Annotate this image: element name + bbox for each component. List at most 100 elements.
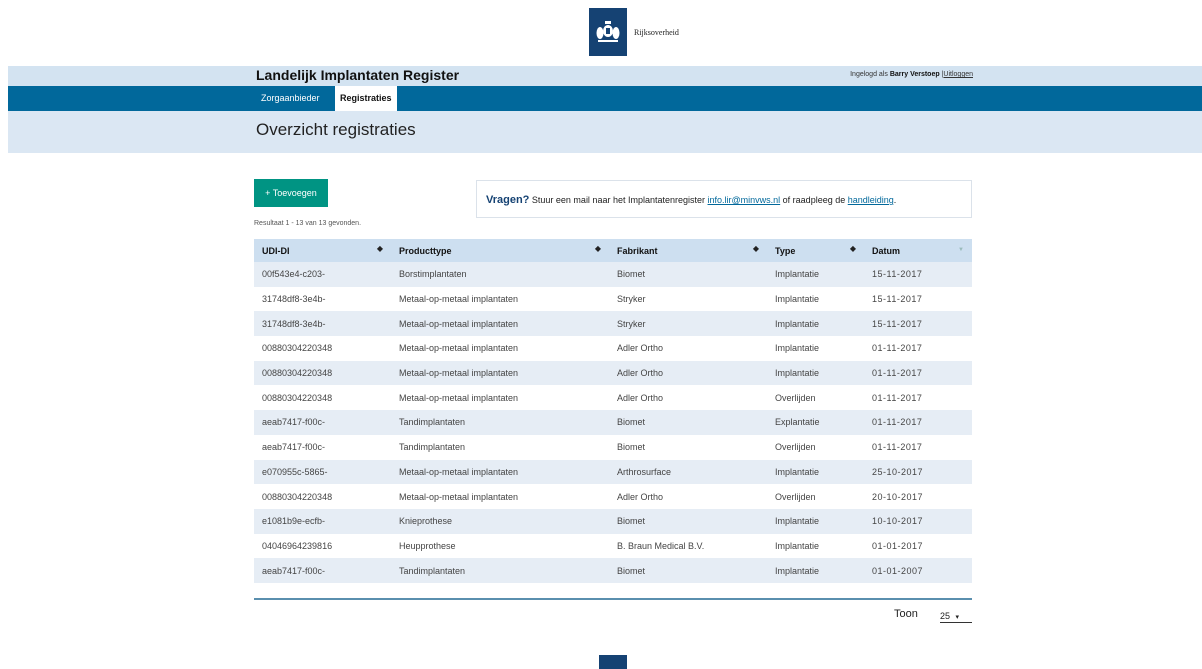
datum-cell: 01-01-2017 bbox=[864, 533, 972, 559]
app-header: Landelijk Implantaten Register Ingelogd … bbox=[8, 66, 1202, 86]
fabrikant-cell: Stryker bbox=[609, 311, 767, 337]
fabrikant-cell: Biomet bbox=[609, 558, 767, 583]
udi-di-cell: 00880304220348 bbox=[254, 336, 391, 361]
fabrikant-cell: Adler Ortho bbox=[609, 385, 767, 411]
fabrikant-cell: Biomet bbox=[609, 508, 767, 534]
info-text-2: of raadpleeg de bbox=[780, 195, 848, 205]
info-text-1: Stuur een mail naar het Implantatenregis… bbox=[529, 195, 708, 205]
type-cell: Overlijden bbox=[767, 434, 864, 460]
table-row[interactable]: 31748df8-3e4b- Metaal-op-metaal implantat… bbox=[254, 311, 972, 337]
table-row[interactable]: aeab7417-f00c- Tandimplantaten Biomet Impla… bbox=[254, 558, 972, 583]
type-cell: Implantatie bbox=[767, 262, 864, 287]
column-header-label: Type bbox=[775, 245, 796, 256]
coat-of-arms-icon bbox=[589, 8, 627, 56]
column-header-datum[interactable]: Datum ▼ bbox=[864, 239, 972, 262]
column-header-label: Fabrikant bbox=[617, 245, 658, 256]
table-row[interactable]: 00880304220348 Metaal-op-metaal implantat… bbox=[254, 385, 972, 411]
producttype-cell: Borstimplantaten bbox=[391, 262, 609, 287]
footer-logo bbox=[599, 655, 627, 669]
table-row[interactable]: 04046964239816 Heupprothese B. Braun Medic… bbox=[254, 533, 972, 559]
type-cell: Implantatie bbox=[767, 459, 864, 485]
udi-di-cell: 00880304220348 bbox=[254, 360, 391, 386]
fabrikant-cell: Biomet bbox=[609, 434, 767, 460]
type-cell: Implantatie bbox=[767, 558, 864, 583]
info-text-3: . bbox=[893, 195, 897, 205]
email-link[interactable]: info.lir@minvws.nl bbox=[708, 195, 781, 205]
sort-desc-icon: ▼ bbox=[958, 247, 964, 253]
table-body: 00f543e4-c203- Borstimplantaten Biomet Impl… bbox=[254, 262, 972, 583]
table-header-row: UDI-DI ◆ Producttype ◆ Fabrikant ◆ Type ◆ Da… bbox=[254, 239, 972, 262]
column-header-type[interactable]: Type ◆ bbox=[767, 239, 864, 262]
producttype-cell: Knieprothese bbox=[391, 508, 609, 534]
udi-di-cell: e1081b9e-ecfb- bbox=[254, 508, 391, 534]
datum-cell: 01-11-2017 bbox=[864, 410, 972, 435]
fabrikant-cell: Biomet bbox=[609, 262, 767, 287]
type-cell: Explantatie bbox=[767, 410, 864, 435]
type-cell: Implantatie bbox=[767, 508, 864, 534]
sort-icon: ◆ bbox=[752, 244, 759, 253]
producttype-cell: Metaal-op-metaal implantaten bbox=[391, 360, 609, 386]
registrations-table: UDI-DI ◆ Producttype ◆ Fabrikant ◆ Type ◆ Da… bbox=[254, 239, 972, 583]
producttype-cell: Tandimplantaten bbox=[391, 558, 609, 583]
questions-info-box: Vragen? Stuur een mail naar het Implanta… bbox=[476, 180, 972, 218]
chevron-down-icon: ▾ bbox=[955, 614, 960, 621]
main-nav: Zorgaanbieder Registraties bbox=[8, 86, 1202, 111]
udi-di-cell: aeab7417-f00c- bbox=[254, 434, 391, 460]
page-size-label: Toon bbox=[894, 608, 918, 620]
type-cell: Implantatie bbox=[767, 360, 864, 386]
table-row[interactable]: e1081b9e-ecfb- Knieprothese Biomet Implanta… bbox=[254, 508, 972, 534]
page-header: Overzicht registraties bbox=[8, 111, 1202, 153]
rijksoverheid-logo: Rijksoverheid bbox=[589, 8, 679, 56]
questions-label: Vragen? bbox=[486, 194, 530, 206]
table-row[interactable]: 31748df8-3e4b- Metaal-op-metaal implantat… bbox=[254, 286, 972, 312]
type-cell: Overlijden bbox=[767, 385, 864, 411]
producttype-cell: Metaal-op-metaal implantaten bbox=[391, 385, 609, 411]
page-size-value: 25 bbox=[940, 611, 951, 621]
column-header-fabrikant[interactable]: Fabrikant ◆ bbox=[609, 239, 767, 262]
user-name: Barry Verstoep bbox=[889, 71, 940, 78]
table-row[interactable]: aeab7417-f00c- Tandimplantaten Biomet Overl… bbox=[254, 434, 972, 460]
datum-cell: 01-11-2017 bbox=[864, 434, 972, 460]
column-header-label: Datum bbox=[872, 245, 901, 256]
datum-cell: 01-11-2017 bbox=[864, 336, 972, 361]
udi-di-cell: 31748df8-3e4b- bbox=[254, 311, 391, 337]
datum-cell: 20-10-2017 bbox=[864, 484, 972, 509]
logout-link[interactable]: Uitloggen bbox=[943, 71, 973, 78]
datum-cell: 01-01-2007 bbox=[864, 558, 972, 583]
producttype-cell: Tandimplantaten bbox=[391, 410, 609, 435]
table-row[interactable]: 00880304220348 Metaal-op-metaal implantat… bbox=[254, 484, 972, 509]
type-cell: Implantatie bbox=[767, 533, 864, 559]
table-row[interactable]: aeab7417-f00c- Tandimplantaten Biomet Expla… bbox=[254, 410, 972, 435]
table-bottom-border bbox=[254, 598, 972, 600]
udi-di-cell: aeab7417-f00c- bbox=[254, 410, 391, 435]
datum-cell: 15-11-2017 bbox=[864, 262, 972, 287]
login-prefix: Ingelogd als bbox=[850, 71, 888, 78]
fabrikant-cell: Biomet bbox=[609, 410, 767, 435]
datum-cell: 01-11-2017 bbox=[864, 385, 972, 411]
tab-registraties[interactable]: Registraties bbox=[335, 86, 397, 111]
add-button[interactable]: + Toevoegen bbox=[254, 179, 328, 207]
table-row[interactable]: 00880304220348 Metaal-op-metaal implantat… bbox=[254, 360, 972, 386]
column-header-label: Producttype bbox=[399, 245, 452, 256]
table-row[interactable]: 00f543e4-c203- Borstimplantaten Biomet Impl… bbox=[254, 262, 972, 287]
sort-icon: ◆ bbox=[376, 244, 383, 253]
type-cell: Overlijden bbox=[767, 484, 864, 509]
column-header-udi-di[interactable]: UDI-DI ◆ bbox=[254, 239, 391, 262]
tab-zorgaanbieder[interactable]: Zorgaanbieder bbox=[256, 86, 325, 111]
manual-link[interactable]: handleiding bbox=[848, 195, 894, 205]
fabrikant-cell: B. Braun Medical B.V. bbox=[609, 533, 767, 559]
udi-di-cell: e070955c-5865- bbox=[254, 459, 391, 485]
table-row[interactable]: 00880304220348 Metaal-op-metaal implantat… bbox=[254, 336, 972, 361]
producttype-cell: Metaal-op-metaal implantaten bbox=[391, 286, 609, 312]
producttype-cell: Metaal-op-metaal implantaten bbox=[391, 459, 609, 485]
column-header-label: UDI-DI bbox=[262, 245, 290, 256]
column-header-producttype[interactable]: Producttype ◆ bbox=[391, 239, 609, 262]
sort-icon: ◆ bbox=[849, 244, 856, 253]
udi-di-cell: 31748df8-3e4b- bbox=[254, 286, 391, 312]
page-size-select[interactable]: 25 ▾ bbox=[940, 611, 972, 623]
fabrikant-cell: Adler Ortho bbox=[609, 360, 767, 386]
udi-di-cell: 00880304220348 bbox=[254, 484, 391, 509]
login-info: Ingelogd als Barry Verstoep |Uitloggen bbox=[850, 71, 973, 78]
table-row[interactable]: e070955c-5865- Metaal-op-metaal implantat… bbox=[254, 459, 972, 485]
datum-cell: 10-10-2017 bbox=[864, 508, 972, 534]
